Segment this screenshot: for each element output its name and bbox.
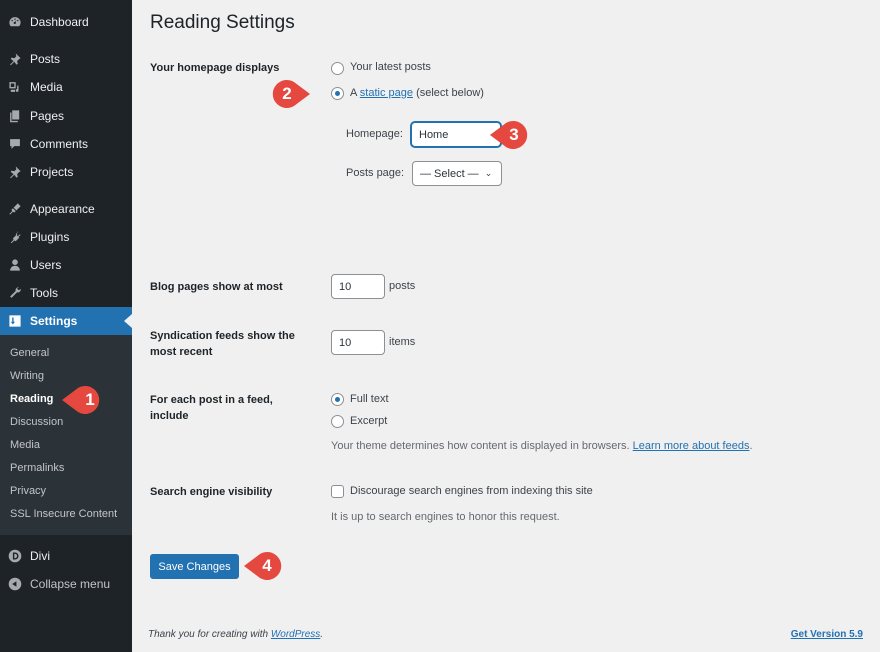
static-prefix: A [350, 87, 357, 99]
discourage-search-label: Discourage search engines from indexing … [350, 485, 593, 497]
static-suffix: (select below) [416, 87, 484, 99]
syndication-unit: items [389, 336, 416, 348]
radio-latest-posts[interactable] [331, 62, 344, 75]
save-changes-button[interactable]: Save Changes [150, 554, 239, 579]
marker-number: 4 [262, 556, 272, 575]
footer-thanks-suffix: . [320, 629, 324, 640]
syndication-input[interactable]: 10 [331, 330, 385, 355]
sidebar-item-plugins[interactable]: Plugins [0, 223, 132, 251]
blog-pages-input[interactable]: 10 [331, 274, 385, 299]
sidebar-item-label: Plugins [30, 230, 70, 244]
excerpt-label: Excerpt [350, 415, 388, 427]
feed-desc-suffix: . [749, 440, 753, 452]
submenu-writing[interactable]: Writing [10, 370, 44, 382]
submenu-general[interactable]: General [10, 347, 49, 359]
posts-page-select-label: Posts page: [346, 167, 405, 179]
sidebar-item-label: Posts [30, 52, 61, 66]
marker-number: 2 [282, 84, 292, 103]
syndication-label: Syndication feeds show the most recent [150, 330, 295, 358]
wordpress-link[interactable]: WordPress [271, 629, 320, 640]
marker-number: 3 [509, 125, 519, 144]
sidebar-item-appearance[interactable]: Appearance [0, 195, 132, 223]
sidebar-item-pages[interactable]: Pages [0, 102, 132, 130]
pin-icon [8, 165, 22, 179]
learn-more-feeds-link[interactable]: Learn more about feeds [633, 440, 750, 452]
sidebar-item-posts[interactable]: Posts [0, 45, 132, 73]
static-page-label: A static page (select below) [350, 87, 484, 99]
collapse-menu-button[interactable]: Collapse menu [0, 570, 132, 598]
submenu-permalinks[interactable]: Permalinks [10, 462, 64, 474]
annotation-marker-3: 3 [488, 119, 532, 151]
sidebar-item-dashboard[interactable]: Dashboard [0, 8, 132, 36]
settings-icon [8, 314, 22, 328]
sidebar-item-users[interactable]: Users [0, 251, 132, 279]
annotation-marker-4: 4 [242, 550, 286, 582]
submenu-ssl-insecure-content[interactable]: SSL Insecure Content [10, 508, 117, 520]
radio-static-page[interactable] [331, 87, 344, 100]
page-title: Reading Settings [150, 12, 295, 33]
feed-content-label: For each post in a feed, include [150, 394, 273, 422]
homepage-select-label: Homepage: [346, 128, 403, 140]
feed-description: Your theme determines how content is dis… [331, 440, 753, 452]
sidebar-item-label: Projects [30, 165, 74, 179]
homepage-displays-label: Your homepage displays [150, 62, 280, 74]
homepage-select-value: Home [419, 128, 449, 141]
admin-sidebar: Dashboard Posts Media Pages Comments Pro… [0, 0, 132, 652]
footer-thanks: Thank you for creating with WordPress. [148, 629, 323, 640]
divi-icon [8, 549, 22, 563]
sidebar-item-label: Comments [30, 137, 89, 151]
sidebar-item-label: Appearance [30, 202, 95, 216]
submenu-media[interactable]: Media [10, 439, 40, 451]
posts-page-select-value: — Select — [420, 167, 479, 180]
syndication-value: 10 [339, 336, 352, 349]
wrench-icon [8, 286, 22, 300]
sidebar-item-projects[interactable]: Projects [0, 158, 132, 186]
annotation-marker-2: 2 [268, 78, 312, 110]
full-text-label: Full text [350, 393, 389, 405]
sidebar-item-tools[interactable]: Tools [0, 279, 132, 307]
media-icon [8, 80, 22, 94]
blog-pages-value: 10 [339, 280, 352, 293]
submenu-reading[interactable]: Reading [10, 393, 53, 405]
radio-excerpt[interactable] [331, 415, 344, 428]
pin-icon [8, 52, 22, 66]
chevron-down-icon: ⌄ [484, 168, 493, 178]
radio-full-text[interactable] [331, 393, 344, 406]
sidebar-item-divi[interactable]: Divi [0, 542, 132, 570]
search-visibility-label: Search engine visibility [150, 486, 273, 498]
sidebar-item-label: Tools [30, 286, 59, 300]
submenu-privacy[interactable]: Privacy [10, 485, 46, 497]
sidebar-item-media[interactable]: Media [0, 73, 132, 101]
blog-pages-label: Blog pages show at most [150, 281, 283, 293]
posts-page-select[interactable]: — Select — ⌄ [412, 161, 502, 186]
sidebar-item-label: Settings [30, 314, 78, 328]
sidebar-item-label: Divi [30, 549, 50, 563]
static-page-link[interactable]: static page [360, 87, 413, 99]
annotation-marker-1: 1 [60, 384, 104, 416]
sidebar-item-label: Users [30, 258, 62, 272]
collapse-label: Collapse menu [30, 577, 111, 591]
blog-pages-unit: posts [389, 280, 416, 292]
discourage-search-checkbox[interactable] [331, 485, 344, 498]
get-version-link[interactable]: Get Version 5.9 [791, 629, 863, 640]
sidebar-item-settings[interactable]: Settings [0, 307, 132, 335]
sidebar-item-label: Pages [30, 109, 65, 123]
marker-number: 1 [85, 390, 95, 409]
comment-icon [8, 137, 22, 151]
dashboard-icon [8, 15, 22, 29]
sidebar-item-comments[interactable]: Comments [0, 130, 132, 158]
latest-posts-label: Your latest posts [350, 61, 431, 73]
search-visibility-description: It is up to search engines to honor this… [331, 511, 560, 523]
collapse-icon [8, 577, 22, 591]
pages-icon [8, 109, 22, 123]
footer-thanks-text: Thank you for creating with [148, 629, 269, 640]
brush-icon [8, 202, 22, 216]
sidebar-item-label: Media [30, 80, 63, 94]
user-icon [8, 258, 22, 272]
feed-desc-text: Your theme determines how content is dis… [331, 440, 630, 452]
sidebar-item-label: Dashboard [30, 15, 89, 29]
submenu-discussion[interactable]: Discussion [10, 416, 63, 428]
settings-submenu: General Writing Reading Discussion Media… [0, 335, 132, 535]
plug-icon [8, 230, 22, 244]
